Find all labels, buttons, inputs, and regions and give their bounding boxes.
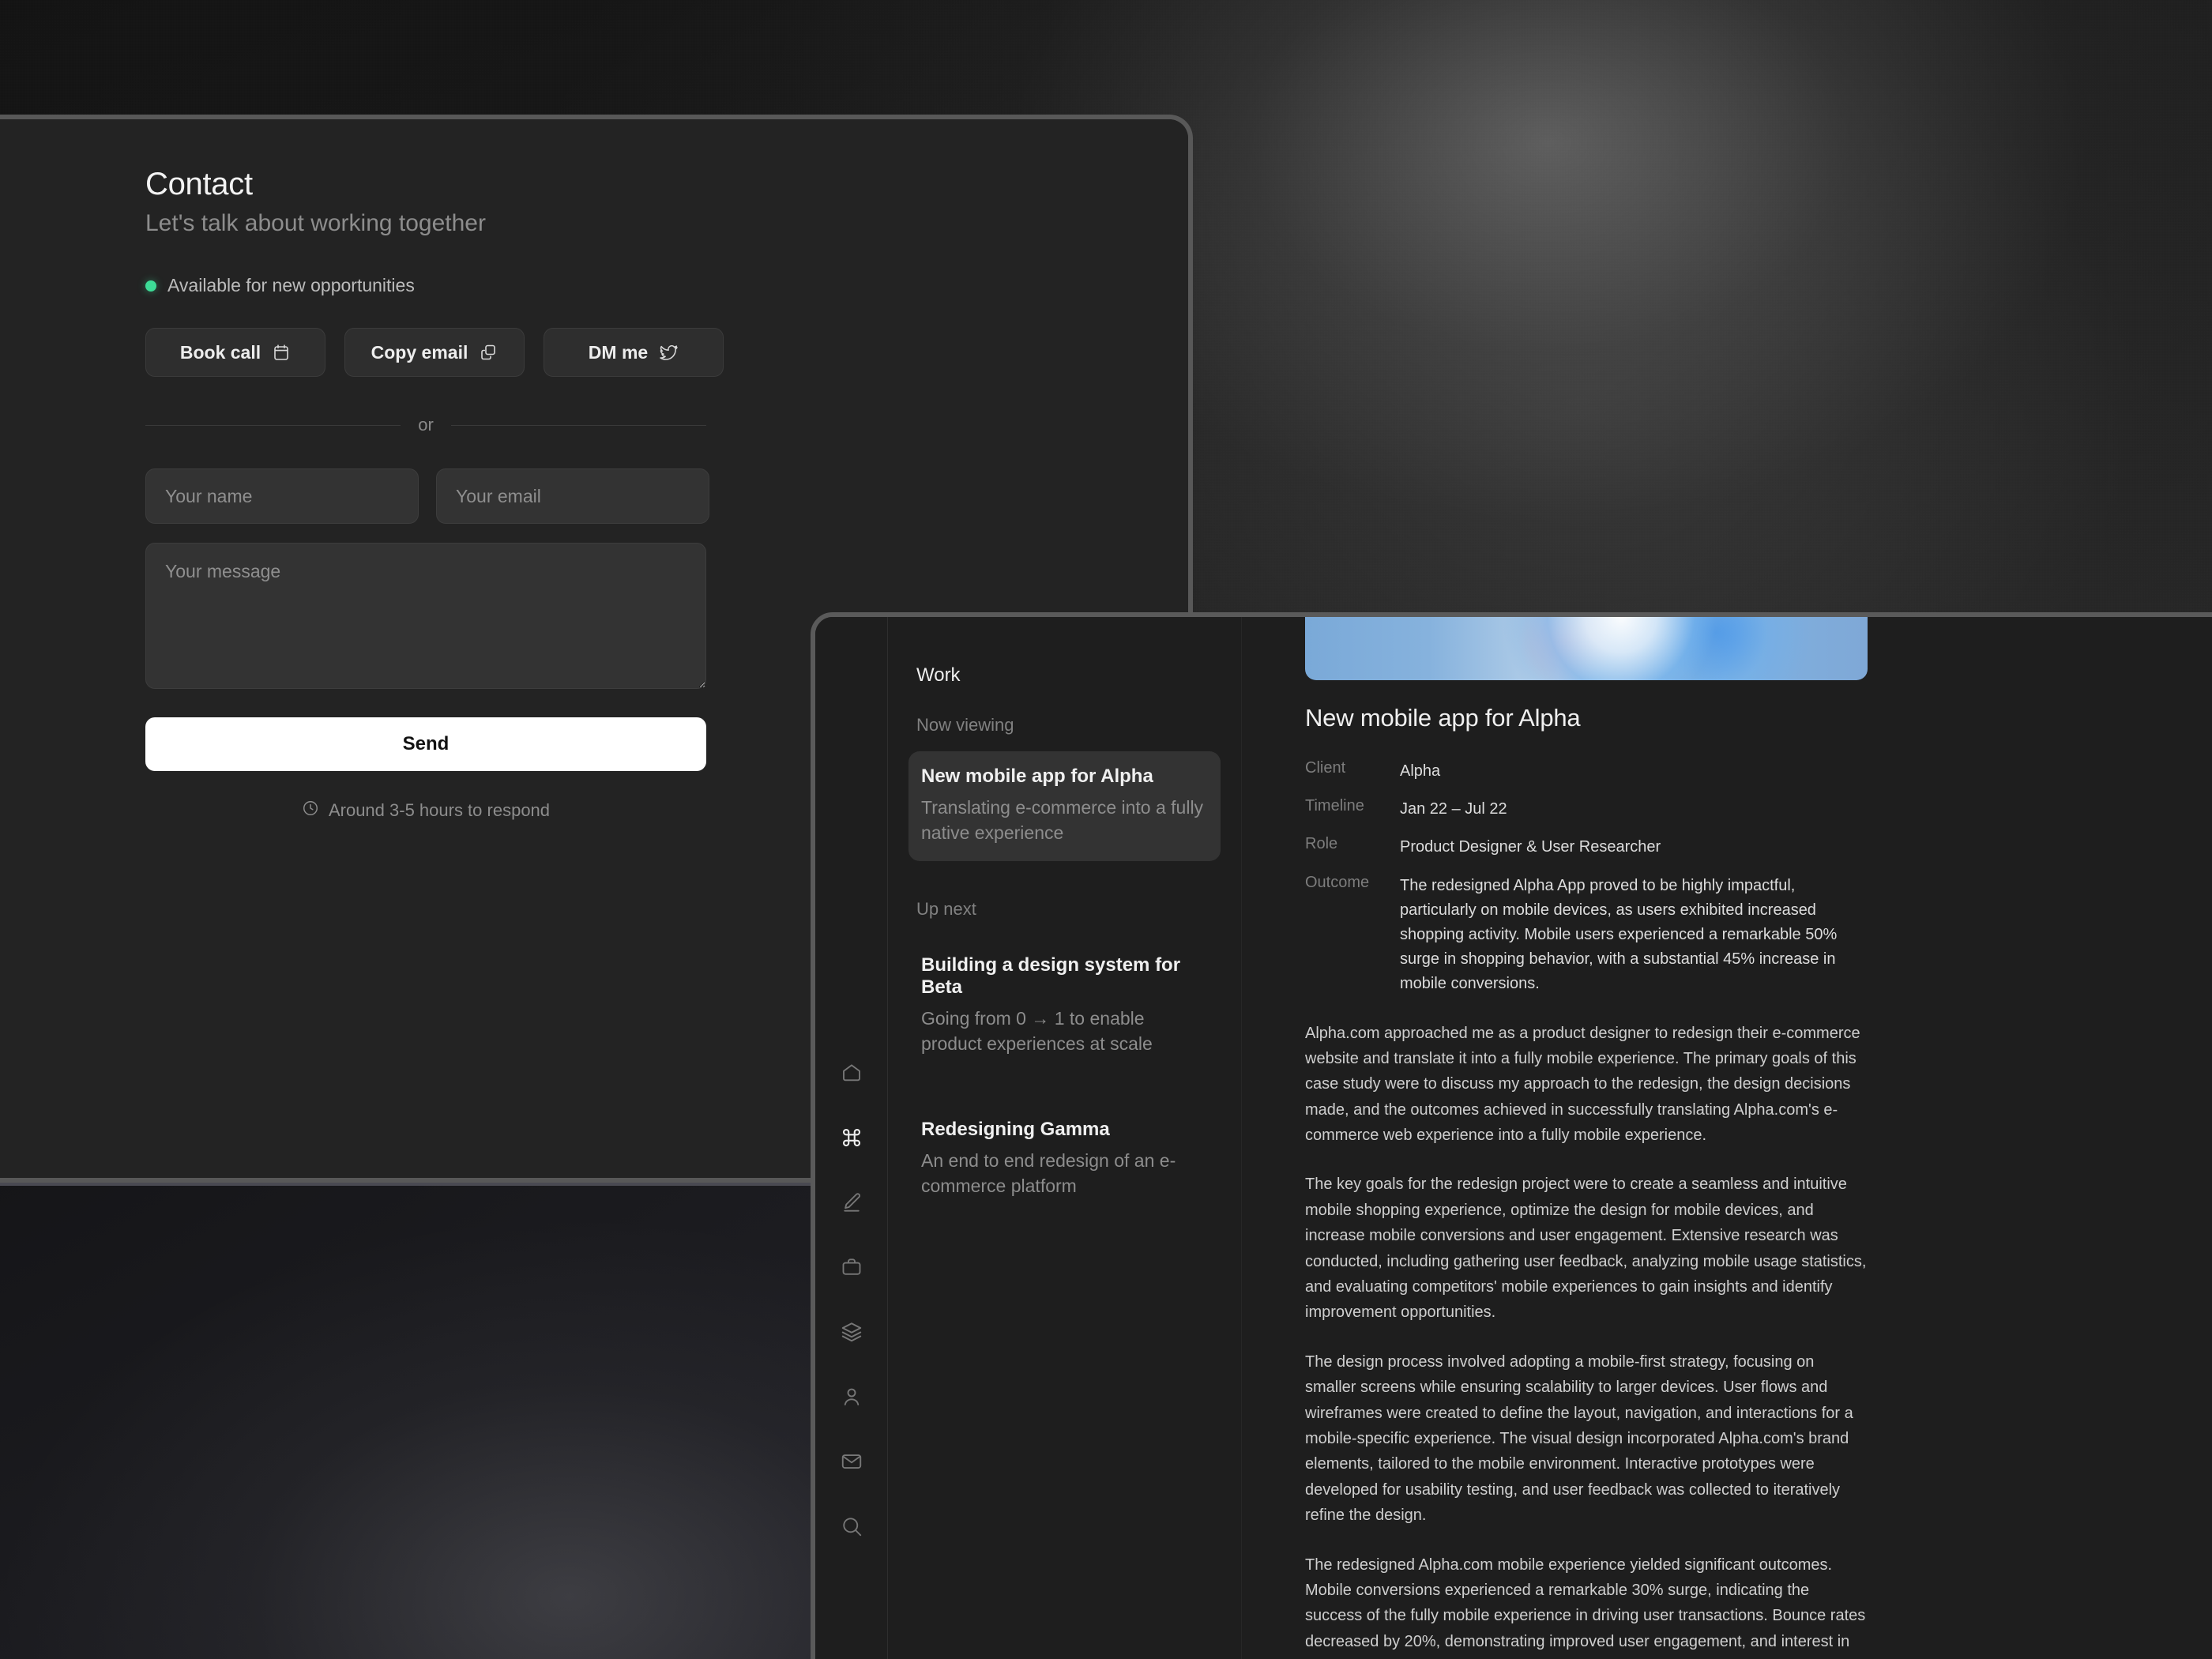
case-study-meta-table: Client Alpha Timeline Jan 22 – Jul 22 Ro…	[1305, 759, 1868, 997]
copy-email-button[interactable]: Copy email	[344, 328, 525, 377]
meta-key: Outcome	[1305, 873, 1370, 891]
page-subtitle: Let's talk about working together	[145, 210, 486, 236]
background-window-panel[interactable]	[0, 1182, 814, 1659]
response-time-note: Around 3-5 hours to respond	[145, 799, 706, 822]
divider-label: or	[418, 415, 434, 434]
meta-key: Client	[1305, 759, 1346, 777]
list-item-desc: Translating e-commerce into a fully nati…	[921, 797, 1204, 843]
book-call-label: Book call	[179, 341, 261, 363]
meta-value: Product Designer & User Researcher	[1400, 838, 1661, 856]
divider-line-right	[450, 424, 706, 426]
email-input[interactable]	[436, 468, 709, 524]
case-study-paragraph: The redesigned Alpha.com mobile experien…	[1305, 1556, 1866, 1659]
work-window-body: Work Now viewing New mobile app for Alph…	[815, 617, 2212, 1659]
up-next-label: Up next	[916, 899, 976, 920]
case-study-title: New mobile app for Alpha	[1305, 704, 1581, 732]
work-window[interactable]: Work Now viewing New mobile app for Alph…	[811, 612, 2212, 1659]
contact-action-buttons: Book call Copy email DM me	[145, 328, 724, 377]
case-study-panel: New mobile app for Alpha Client Alpha Ti…	[1242, 617, 2212, 1659]
calendar-icon	[272, 343, 291, 362]
contact-content: Contact Let's talk about working togethe…	[145, 167, 724, 822]
work-list-title: Work	[916, 664, 961, 686]
list-item-title: Redesigning Gamma	[921, 1118, 1110, 1140]
table-row: Outcome The redesigned Alpha App proved …	[1305, 874, 1868, 997]
list-item[interactable]: Redesigning Gamma An end to end redesign…	[908, 1104, 1221, 1214]
list-item-now-viewing[interactable]: New mobile app for Alpha Translating e-c…	[908, 751, 1221, 862]
availability-status: Available for new opportunities	[145, 275, 706, 296]
mail-icon[interactable]	[834, 1444, 869, 1479]
copy-icon	[479, 343, 498, 362]
case-study-hero-image	[1305, 617, 1868, 680]
meta-key: Role	[1305, 835, 1338, 853]
home-icon[interactable]	[834, 1055, 869, 1090]
list-item-title: Building a design system for Beta	[921, 954, 1181, 999]
user-icon[interactable]	[834, 1379, 869, 1414]
or-divider: or	[145, 415, 706, 435]
name-input[interactable]	[145, 468, 419, 524]
name-email-row	[145, 468, 709, 524]
now-viewing-label: Now viewing	[916, 715, 1014, 735]
status-dot-icon	[145, 280, 156, 292]
briefcase-icon[interactable]	[834, 1250, 869, 1285]
dm-me-button[interactable]: DM me	[544, 328, 724, 377]
dm-me-label: DM me	[588, 341, 649, 363]
work-list-panel: Work Now viewing New mobile app for Alph…	[888, 617, 1242, 1659]
status-badge: Available for new opportunities	[167, 275, 415, 295]
list-item-title: New mobile app for Alpha	[921, 766, 1153, 787]
case-study-paragraph: Alpha.com approached me as a product des…	[1305, 1024, 1860, 1145]
case-study-scroll-area[interactable]: New mobile app for Alpha Client Alpha Ti…	[1266, 617, 2212, 1659]
meta-value: Alpha	[1400, 762, 1441, 780]
command-icon[interactable]	[834, 1120, 869, 1155]
meta-value: The redesigned Alpha App proved to be hi…	[1400, 876, 1838, 993]
divider-line-left	[145, 424, 401, 426]
list-item-desc: An end to end redesign of an e-commerce …	[921, 1149, 1176, 1196]
meta-key: Timeline	[1305, 797, 1364, 815]
clock-icon	[302, 799, 319, 822]
list-item[interactable]: Building a design system for Beta Going …	[908, 940, 1221, 1072]
desktop-stage: Contact Let's talk about working togethe…	[0, 0, 2212, 1659]
case-study-paragraph: The design process involved adopting a m…	[1305, 1352, 1853, 1525]
page-title: Contact	[145, 167, 253, 201]
case-study-content: New mobile app for Alpha Client Alpha Ti…	[1305, 704, 1868, 1659]
case-study-paragraph: The key goals for the redesign project w…	[1305, 1176, 1867, 1322]
response-time-label: Around 3-5 hours to respond	[328, 800, 551, 820]
icon-rail	[815, 617, 888, 1659]
twitter-icon	[659, 343, 679, 363]
message-textarea[interactable]	[145, 543, 706, 689]
layers-icon[interactable]	[834, 1315, 869, 1349]
table-row: Timeline Jan 22 – Jul 22	[1305, 797, 1868, 822]
meta-value: Jan 22 – Jul 22	[1400, 800, 1507, 818]
book-call-button[interactable]: Book call	[145, 328, 325, 377]
pen-icon[interactable]	[834, 1185, 869, 1220]
table-row: Role Product Designer & User Researcher	[1305, 835, 1868, 860]
search-icon[interactable]	[834, 1509, 869, 1544]
list-item-desc: Going from 0 → 1 to enable product exper…	[921, 1008, 1153, 1055]
send-button[interactable]: Send	[145, 717, 706, 771]
copy-email-label: Copy email	[371, 341, 468, 363]
table-row: Client Alpha	[1305, 759, 1868, 784]
